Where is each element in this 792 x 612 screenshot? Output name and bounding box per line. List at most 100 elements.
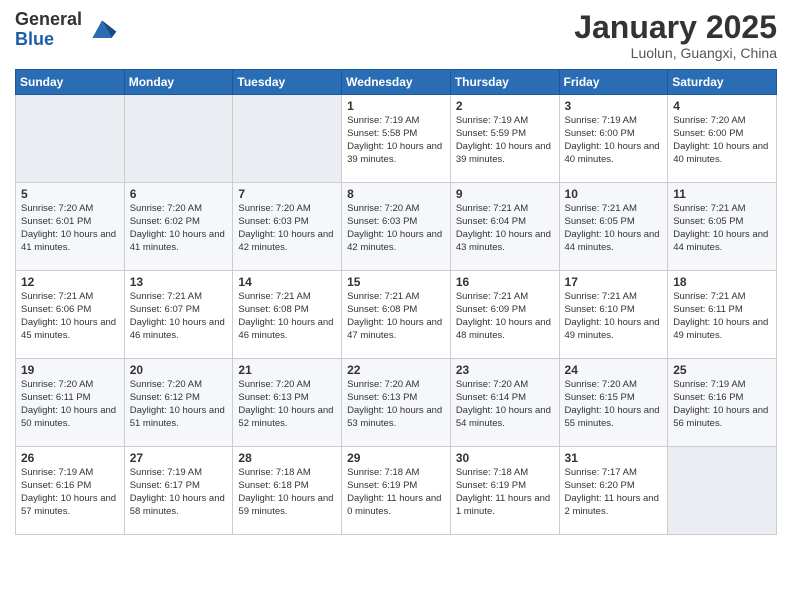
day-number: 2 (456, 99, 554, 113)
day-info: Sunrise: 7:20 AMSunset: 6:11 PMDaylight:… (21, 379, 119, 430)
weekday-header: Saturday (668, 70, 777, 95)
calendar-cell: 3 Sunrise: 7:19 AMSunset: 6:00 PMDaylight… (559, 95, 668, 183)
calendar-cell: 22 Sunrise: 7:20 AMSunset: 6:13 PMDayligh… (342, 359, 451, 447)
calendar-week-row: 1Sunrise: 7:19 AMSunset: 5:58 PMDaylight… (16, 95, 777, 183)
day-info: Sunrise: 7:18 AMSunset: 6:19 PMDaylight:… (347, 467, 445, 518)
day-number: 17 (565, 275, 663, 289)
day-number: 12 (21, 275, 119, 289)
calendar-cell: 1Sunrise: 7:19 AMSunset: 5:58 PMDaylight… (342, 95, 451, 183)
day-info: Sunrise: 7:21 AMSunset: 6:07 PMDaylight:… (130, 291, 228, 342)
calendar-cell: 16Sunrise: 7:21 AMSunset: 6:09 PMDayligh… (450, 271, 559, 359)
day-info: Sunrise: 7:20 AMSunset: 6:00 PMDaylight:… (673, 115, 771, 166)
day-info: Sunrise: 7:20 AMSunset: 6:13 PMDaylight:… (347, 379, 445, 430)
day-number: 27 (130, 451, 228, 465)
day-number: 23 (456, 363, 554, 377)
header: General Blue January 2025 Luolun, Guangx… (15, 10, 777, 61)
day-number: 8 (347, 187, 445, 201)
day-number: 18 (673, 275, 771, 289)
weekday-header: Sunday (16, 70, 125, 95)
day-number: 13 (130, 275, 228, 289)
calendar-cell: 4Sunrise: 7:20 AMSunset: 6:00 PMDaylight… (668, 95, 777, 183)
day-info: Sunrise: 7:21 AMSunset: 6:06 PMDaylight:… (21, 291, 119, 342)
calendar-cell: 24Sunrise: 7:20 AMSunset: 6:15 PMDayligh… (559, 359, 668, 447)
title-block: January 2025 Luolun, Guangxi, China (574, 10, 777, 61)
day-number: 15 (347, 275, 445, 289)
calendar-cell: 9Sunrise: 7:21 AMSunset: 6:04 PMDaylight… (450, 183, 559, 271)
calendar-cell: 8 Sunrise: 7:20 AMSunset: 6:03 PMDaylight… (342, 183, 451, 271)
calendar-cell (124, 95, 233, 183)
day-info: Sunrise: 7:21 AMSunset: 6:08 PMDaylight:… (347, 291, 445, 342)
calendar-cell: 31Sunrise: 7:17 AMSunset: 6:20 PMDayligh… (559, 447, 668, 535)
calendar-week-row: 5 Sunrise: 7:20 AMSunset: 6:01 PMDaylight… (16, 183, 777, 271)
day-info: Sunrise: 7:20 AMSunset: 6:02 PMDaylight:… (130, 203, 228, 254)
calendar-cell: 11Sunrise: 7:21 AMSunset: 6:05 PMDayligh… (668, 183, 777, 271)
day-info: Sunrise: 7:21 AMSunset: 6:11 PMDaylight:… (673, 291, 771, 342)
day-info: Sunrise: 7:21 AMSunset: 6:04 PMDaylight:… (456, 203, 554, 254)
day-number: 16 (456, 275, 554, 289)
day-info: Sunrise: 7:20 AMSunset: 6:14 PMDaylight:… (456, 379, 554, 430)
calendar-table: SundayMondayTuesdayWednesdayThursdayFrid… (15, 69, 777, 535)
calendar-cell: 14Sunrise: 7:21 AMSunset: 6:08 PMDayligh… (233, 271, 342, 359)
logo-general: General (15, 10, 82, 30)
day-number: 24 (565, 363, 663, 377)
day-number: 25 (673, 363, 771, 377)
calendar-cell: 5 Sunrise: 7:20 AMSunset: 6:01 PMDaylight… (16, 183, 125, 271)
weekday-header: Monday (124, 70, 233, 95)
day-info: Sunrise: 7:19 AMSunset: 5:58 PMDaylight:… (347, 115, 445, 166)
location: Luolun, Guangxi, China (574, 45, 777, 61)
day-info: Sunrise: 7:21 AMSunset: 6:05 PMDaylight:… (673, 203, 771, 254)
calendar-container: General Blue January 2025 Luolun, Guangx… (0, 0, 792, 550)
day-info: Sunrise: 7:20 AMSunset: 6:03 PMDaylight:… (238, 203, 336, 254)
calendar-cell (16, 95, 125, 183)
day-number: 5 (21, 187, 119, 201)
day-info: Sunrise: 7:19 AMSunset: 6:16 PMDaylight:… (673, 379, 771, 430)
day-number: 21 (238, 363, 336, 377)
calendar-cell: 17 Sunrise: 7:21 AMSunset: 6:10 PMDayligh… (559, 271, 668, 359)
day-info: Sunrise: 7:19 AMSunset: 6:17 PMDaylight:… (130, 467, 228, 518)
weekday-header: Wednesday (342, 70, 451, 95)
calendar-cell: 26Sunrise: 7:19 AMSunset: 6:16 PMDayligh… (16, 447, 125, 535)
day-info: Sunrise: 7:18 AMSunset: 6:19 PMDaylight:… (456, 467, 554, 518)
calendar-cell: 23 Sunrise: 7:20 AMSunset: 6:14 PMDayligh… (450, 359, 559, 447)
calendar-cell: 29 Sunrise: 7:18 AMSunset: 6:19 PMDayligh… (342, 447, 451, 535)
weekday-header: Tuesday (233, 70, 342, 95)
day-number: 20 (130, 363, 228, 377)
logo: General Blue (15, 10, 118, 50)
calendar-cell (233, 95, 342, 183)
calendar-cell: 6Sunrise: 7:20 AMSunset: 6:02 PMDaylight… (124, 183, 233, 271)
calendar-cell: 19 Sunrise: 7:20 AMSunset: 6:11 PMDayligh… (16, 359, 125, 447)
day-number: 3 (565, 99, 663, 113)
day-number: 22 (347, 363, 445, 377)
calendar-cell (668, 447, 777, 535)
calendar-cell: 13 Sunrise: 7:21 AMSunset: 6:07 PMDayligh… (124, 271, 233, 359)
day-info: Sunrise: 7:19 AMSunset: 5:59 PMDaylight:… (456, 115, 554, 166)
day-info: Sunrise: 7:19 AMSunset: 6:16 PMDaylight:… (21, 467, 119, 518)
calendar-cell: 30 Sunrise: 7:18 AMSunset: 6:19 PMDayligh… (450, 447, 559, 535)
weekday-header-row: SundayMondayTuesdayWednesdayThursdayFrid… (16, 70, 777, 95)
calendar-cell: 15 Sunrise: 7:21 AMSunset: 6:08 PMDayligh… (342, 271, 451, 359)
calendar-cell: 27 Sunrise: 7:19 AMSunset: 6:17 PMDayligh… (124, 447, 233, 535)
day-info: Sunrise: 7:20 AMSunset: 6:01 PMDaylight:… (21, 203, 119, 254)
logo-text: General Blue (15, 10, 82, 50)
day-info: Sunrise: 7:20 AMSunset: 6:03 PMDaylight:… (347, 203, 445, 254)
calendar-cell: 12 Sunrise: 7:21 AMSunset: 6:06 PMDayligh… (16, 271, 125, 359)
day-info: Sunrise: 7:20 AMSunset: 6:13 PMDaylight:… (238, 379, 336, 430)
day-number: 7 (238, 187, 336, 201)
logo-icon (86, 14, 118, 46)
day-info: Sunrise: 7:21 AMSunset: 6:10 PMDaylight:… (565, 291, 663, 342)
calendar-cell: 20Sunrise: 7:20 AMSunset: 6:12 PMDayligh… (124, 359, 233, 447)
day-number: 30 (456, 451, 554, 465)
calendar-week-row: 12 Sunrise: 7:21 AMSunset: 6:06 PMDayligh… (16, 271, 777, 359)
calendar-week-row: 19 Sunrise: 7:20 AMSunset: 6:11 PMDayligh… (16, 359, 777, 447)
calendar-cell: 2 Sunrise: 7:19 AMSunset: 5:59 PMDaylight… (450, 95, 559, 183)
day-number: 10 (565, 187, 663, 201)
logo-blue: Blue (15, 30, 82, 50)
day-number: 29 (347, 451, 445, 465)
calendar-cell: 10Sunrise: 7:21 AMSunset: 6:05 PMDayligh… (559, 183, 668, 271)
calendar-cell: 21 Sunrise: 7:20 AMSunset: 6:13 PMDayligh… (233, 359, 342, 447)
day-number: 19 (21, 363, 119, 377)
day-number: 28 (238, 451, 336, 465)
day-number: 14 (238, 275, 336, 289)
day-info: Sunrise: 7:19 AMSunset: 6:00 PMDaylight:… (565, 115, 663, 166)
weekday-header: Friday (559, 70, 668, 95)
